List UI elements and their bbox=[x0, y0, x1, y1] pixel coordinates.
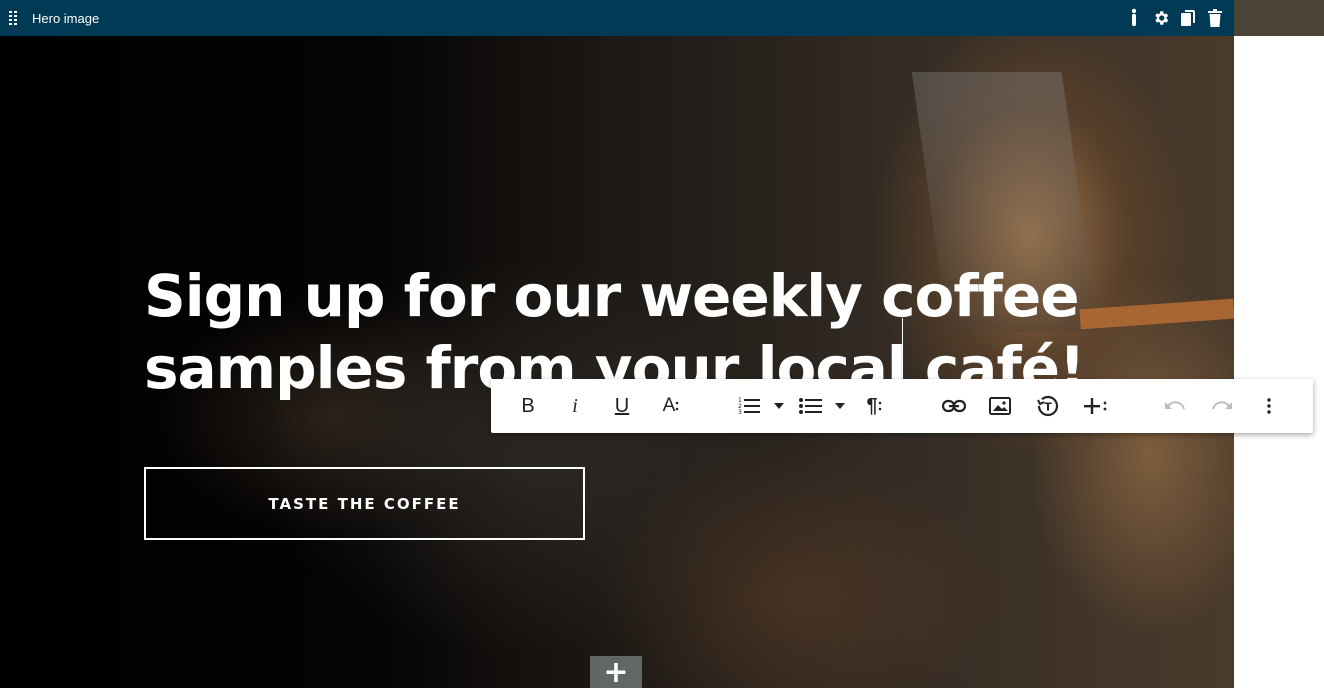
insert-more-icon[interactable] bbox=[1083, 379, 1109, 433]
redo-icon[interactable] bbox=[1210, 379, 1234, 433]
clear-format-icon[interactable]: T bbox=[1036, 379, 1060, 433]
bold-icon[interactable]: B bbox=[517, 379, 539, 433]
copy-icon[interactable] bbox=[1179, 8, 1197, 28]
editor-stage: Sign up for our weekly coffee samples fr… bbox=[0, 0, 1324, 688]
block-actions bbox=[1125, 0, 1224, 36]
taste-coffee-button[interactable]: TASTE THE COFFEE bbox=[144, 467, 585, 540]
ordered-list-icon[interactable]: 123 bbox=[737, 379, 763, 433]
unordered-list-icon[interactable] bbox=[798, 379, 824, 433]
paragraph-format-icon: ¶ bbox=[866, 394, 878, 417]
drag-handle-icon[interactable] bbox=[9, 11, 19, 25]
gear-icon[interactable] bbox=[1152, 8, 1170, 28]
accessibility-icon[interactable] bbox=[1125, 8, 1143, 28]
vertical-dots-icon bbox=[878, 401, 881, 411]
block-toolbar: Hero image bbox=[0, 0, 1234, 36]
rich-text-toolbar: B i U A 123 ¶ T bbox=[491, 379, 1313, 433]
more-options-icon[interactable] bbox=[1261, 379, 1277, 433]
block-title: Hero image bbox=[32, 10, 100, 26]
add-block-button[interactable]: + bbox=[590, 655, 642, 688]
link-icon[interactable] bbox=[941, 379, 967, 433]
ordered-list-dropdown-icon[interactable] bbox=[773, 379, 785, 433]
svg-text:3: 3 bbox=[738, 409, 742, 416]
italic-icon[interactable]: i bbox=[566, 379, 584, 433]
image-icon[interactable] bbox=[988, 379, 1012, 433]
page-edge-strip bbox=[1234, 0, 1324, 36]
paragraph-format-button[interactable]: ¶ bbox=[862, 379, 886, 433]
font-size-button[interactable]: A bbox=[659, 379, 683, 433]
hero-image-block[interactable]: Sign up for our weekly coffee samples fr… bbox=[0, 36, 1234, 688]
unordered-list-dropdown-icon[interactable] bbox=[834, 379, 846, 433]
trash-icon[interactable] bbox=[1206, 8, 1224, 28]
undo-icon[interactable] bbox=[1163, 379, 1187, 433]
vertical-dots-icon bbox=[676, 401, 679, 411]
page-margin bbox=[1234, 36, 1324, 688]
underline-icon[interactable]: U bbox=[611, 379, 633, 433]
svg-text:T: T bbox=[1044, 401, 1052, 414]
font-size-icon: A bbox=[662, 395, 676, 416]
